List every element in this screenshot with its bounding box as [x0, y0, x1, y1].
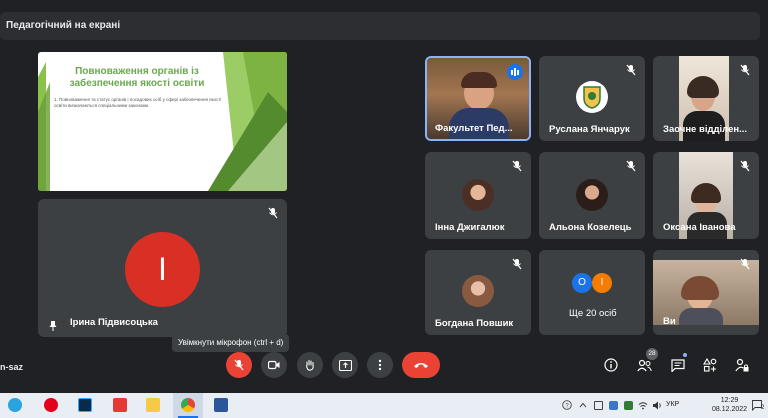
participant-name: Інна Джигалюк	[435, 222, 505, 233]
wifi-icon[interactable]	[638, 401, 648, 410]
chevron-up-icon[interactable]	[579, 402, 587, 408]
more-avatar: І	[592, 273, 612, 293]
meeting-code: n-saz	[0, 362, 24, 372]
pin-icon[interactable]	[48, 321, 58, 331]
shared-slide[interactable]: Повноваження органів із забезпечення яко…	[38, 52, 287, 191]
mic-off-icon	[740, 64, 750, 76]
mic-off-icon	[740, 258, 750, 270]
participant-tile[interactable]: Руслана Янчарук	[539, 56, 645, 141]
os-taskbar: ? УКР 12:29 08.12.2022 2	[0, 393, 768, 418]
file-explorer-icon[interactable]	[146, 398, 160, 412]
battery-icon[interactable]	[594, 401, 603, 410]
telegram-icon[interactable]	[8, 398, 22, 412]
participant-name: Ви	[663, 316, 676, 327]
speaking-indicator	[507, 64, 523, 80]
tray-app-icon[interactable]	[624, 401, 633, 410]
presenter-name: Ірина Підвисоцька	[70, 317, 158, 328]
participant-hair	[461, 72, 497, 88]
raise-hand-button[interactable]	[297, 352, 323, 378]
mic-off-icon	[626, 64, 636, 76]
mic-off-icon	[234, 359, 244, 371]
info-icon	[604, 358, 618, 372]
chrome-icon[interactable]	[181, 398, 195, 412]
more-options-button[interactable]	[367, 352, 393, 378]
participant-avatar	[462, 179, 494, 211]
participant-name: Руслана Янчарук	[549, 124, 630, 135]
notification-count: 2	[761, 405, 765, 411]
volume-icon[interactable]	[652, 401, 662, 410]
participant-body	[679, 308, 723, 325]
participant-name: Оксана Іванова	[663, 222, 736, 233]
more-vert-icon	[378, 359, 382, 371]
mic-off-icon	[512, 160, 522, 172]
more-avatar: О	[572, 273, 592, 293]
slide-body: 1. Повноваження та статус органів і поса…	[54, 97, 222, 108]
chat-button[interactable]	[670, 357, 686, 373]
leave-call-button[interactable]	[402, 352, 440, 378]
mic-off-icon	[626, 160, 636, 172]
participant-tile[interactable]: Альона Козелець	[539, 152, 645, 239]
activities-button[interactable]	[702, 357, 718, 373]
hand-icon	[306, 359, 314, 371]
host-controls-button[interactable]	[734, 357, 750, 373]
mic-off-icon	[268, 207, 278, 219]
mic-button[interactable]	[226, 352, 252, 378]
people-icon	[636, 359, 652, 371]
activities-icon	[703, 358, 717, 372]
more-participants-tile[interactable]: О І Ще 20 осіб	[539, 250, 645, 335]
tray-app-icon[interactable]	[609, 401, 618, 410]
participant-tile[interactable]: Заочне відділен...	[653, 56, 759, 141]
help-icon[interactable]: ?	[562, 400, 572, 410]
control-bar: n-saz 28	[0, 348, 768, 382]
more-participants-label: Ще 20 осіб	[569, 308, 617, 319]
camera-icon	[268, 360, 280, 370]
participant-name: Богдана Повшик	[435, 318, 514, 329]
opera-icon[interactable]	[44, 398, 58, 412]
participant-avatar	[576, 81, 608, 113]
mic-tooltip: Увімкнути мікрофон (ctrl + d)	[172, 334, 290, 352]
participant-avatar	[462, 275, 494, 307]
photoshop-icon[interactable]	[78, 398, 92, 412]
participant-tile[interactable]: Оксана Іванова	[653, 152, 759, 239]
meeting-details-button[interactable]	[603, 357, 619, 373]
presentation-title: Педагогічний на екрані	[6, 20, 121, 31]
presenter-avatar: І	[125, 232, 200, 307]
presentation-banner: Педагогічний на екрані	[0, 12, 760, 40]
clock-date: 08.12.2022	[712, 406, 748, 413]
participant-tile[interactable]: Богдана Повшик	[425, 250, 531, 335]
people-count-badge: 28	[646, 348, 658, 360]
participant-name: Альона Козелець	[549, 222, 632, 233]
keyboard-language[interactable]: УКР	[666, 401, 679, 408]
slide-title: Повноваження органів із забезпечення яко…	[69, 66, 205, 89]
chat-icon	[671, 358, 685, 372]
participant-name: Заочне відділен...	[663, 124, 748, 135]
camera-button[interactable]	[261, 352, 287, 378]
acrobat-icon[interactable]	[113, 398, 127, 412]
mic-off-icon	[740, 160, 750, 172]
clock-time: 12:29	[720, 397, 739, 404]
hang-up-icon	[414, 363, 428, 368]
clock[interactable]: 12:29 08.12.2022	[712, 396, 747, 414]
self-tile[interactable]: Ви	[653, 250, 759, 335]
present-button[interactable]	[332, 352, 358, 378]
mic-off-icon	[512, 258, 522, 270]
participant-tile[interactable]: Інна Джигалюк	[425, 152, 531, 239]
lock-person-icon	[735, 358, 749, 372]
present-icon	[338, 359, 352, 371]
participant-tile[interactable]: Факультет Пед...	[425, 56, 531, 141]
word-icon[interactable]	[214, 398, 228, 412]
participant-avatar	[576, 179, 608, 211]
crest-icon	[583, 86, 601, 109]
participant-name: Факультет Пед...	[435, 123, 513, 134]
chat-notification-dot	[683, 353, 687, 357]
presenter-tile[interactable]: І Ірина Підвисоцька	[38, 199, 287, 337]
